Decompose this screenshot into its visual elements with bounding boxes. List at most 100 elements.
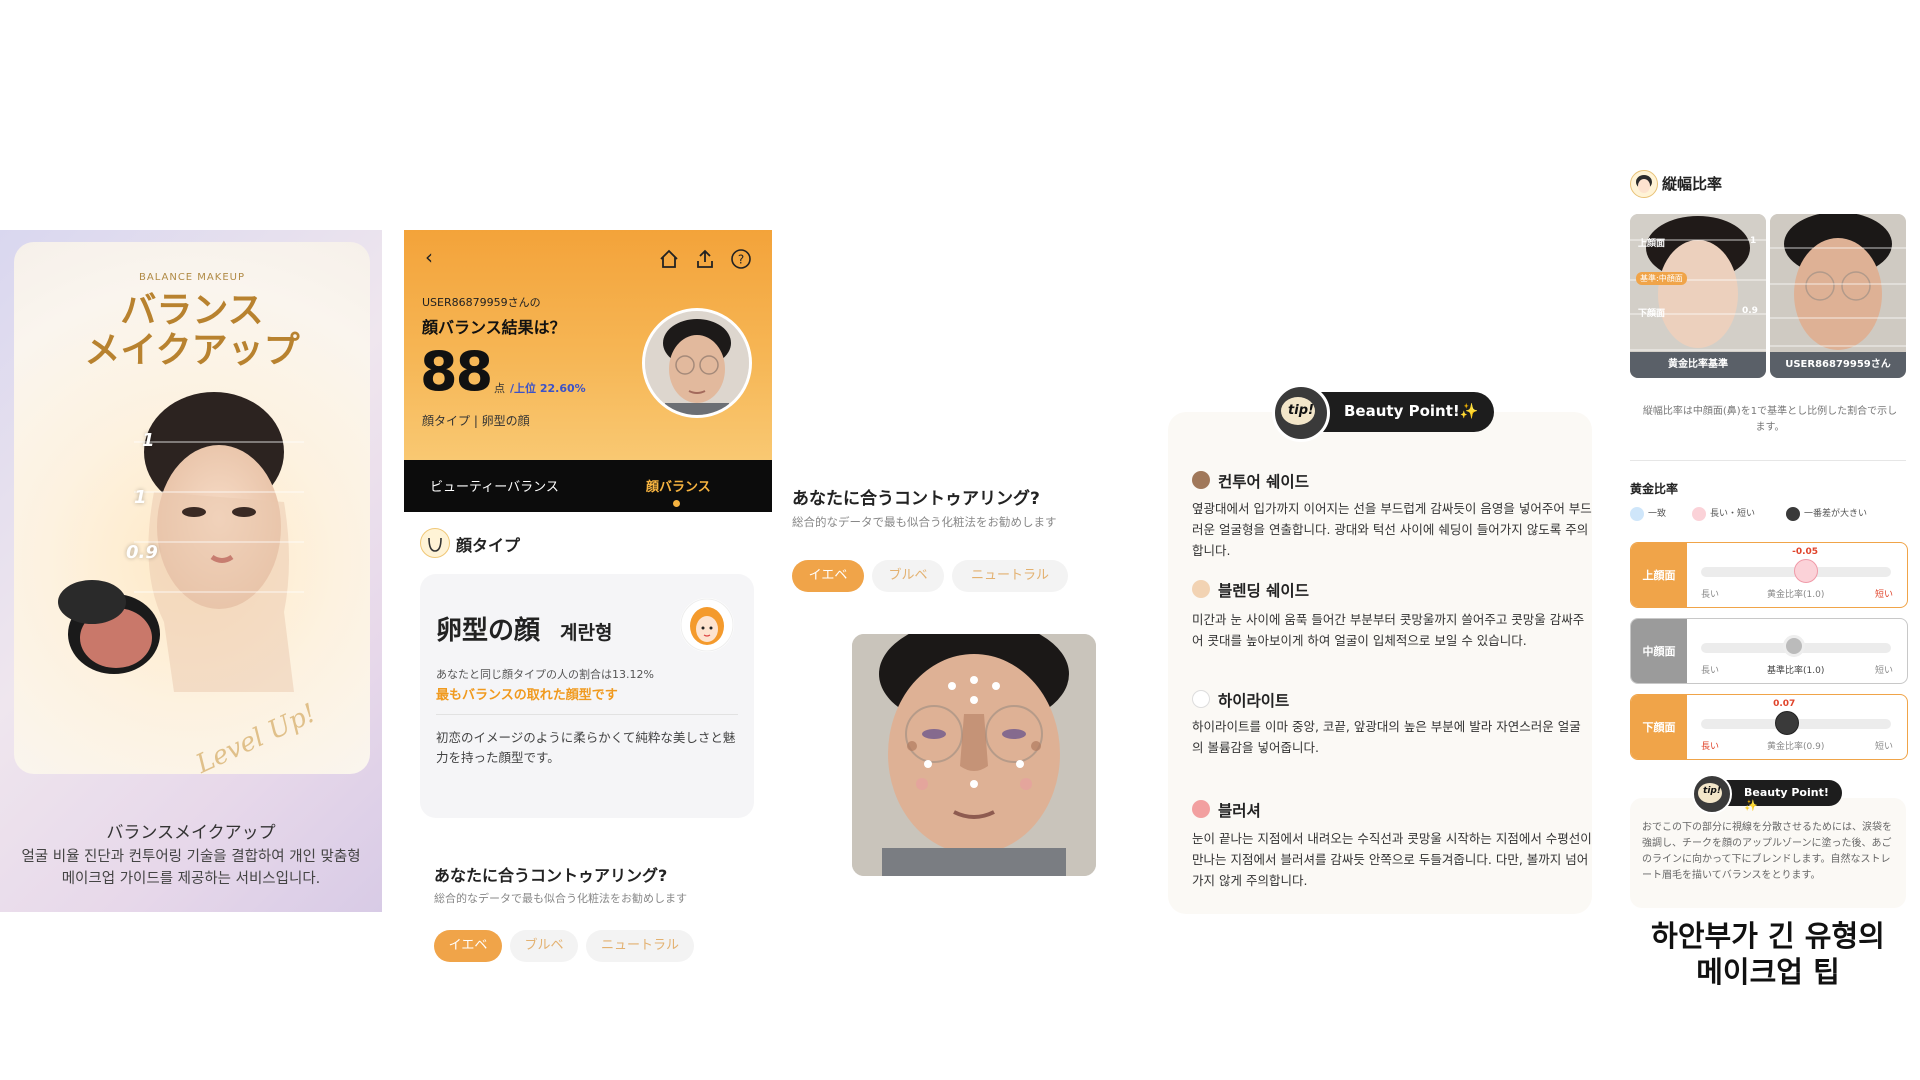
user-ratio-caption: USER86879959さん [1770, 352, 1906, 378]
promo-card: BALANCE MAKEUP バランス メイクアップ 1 1 0.9 Level… [14, 242, 370, 774]
share-icon[interactable] [694, 248, 716, 270]
promo-title: バランス メイクアップ [84, 289, 300, 371]
ratio-tip-text: おでこの下の部分に視線を分散させるためには、涙袋を強調し、チークを顔のアップルゾ… [1642, 822, 1892, 881]
result-header: ‹ ? USER86879959さんの 顔バランス結果は？ 88 点 /上位 2… [404, 230, 772, 460]
chip-neutral-2[interactable]: ニュートラル [952, 560, 1068, 592]
face-type-name-ko: 계란형 [560, 622, 613, 644]
legend-biggest-gap: 一番差が大きい [1786, 506, 1867, 521]
back-icon[interactable]: ‹ [418, 246, 440, 268]
face-outline-icon [420, 528, 450, 558]
result-screen: ‹ ? USER86879959さんの 顔バランス結果は？ 88 点 /上位 2… [404, 230, 772, 970]
golden-ratio-title: 黄金比率 [1630, 482, 1679, 496]
upper-face-label: 上顔面 [1638, 239, 1666, 249]
bp-body-highlight: 하이라이트를 이마 중앙, 코끝, 앞광대의 높은 부분에 발라 자연스러운 얼… [1192, 719, 1581, 755]
biggest-gap-face-icon [1786, 506, 1800, 521]
lower-face-value-label: 0.07 [1773, 699, 1796, 709]
golden-ratio-photo: 上顔面 1 基準:中顔面 下顔面 0.9 黄金比率基準 [1630, 214, 1766, 378]
face-type-highlight: 最もバランスの取れた顔型です [436, 688, 618, 703]
contour-subtitle-2: 総合的なデータで最も似合う化粧法をお勧めします [792, 515, 1057, 529]
ratio-label-top: 1 [142, 430, 155, 451]
tip-compact-icon: tip! [1272, 384, 1330, 442]
user-face-photo [642, 308, 752, 418]
score-unit: 点 [494, 382, 505, 395]
lower-face-meter: 下顔面 0.07 長い 黄金比率(0.9) 短い [1630, 694, 1908, 760]
chip-blue-base[interactable]: ブルベ [510, 930, 578, 962]
upper-face-meter: 上顔面 -0.05 長い 黄金比率(1.0) 短い [1630, 542, 1908, 608]
svg-text:?: ? [738, 253, 744, 267]
promo-panel: BALANCE MAKEUP バランス メイクアップ 1 1 0.9 Level… [0, 230, 382, 912]
chip-yellow-base[interactable]: イエベ [434, 930, 502, 962]
upper-face-right-label: 短い [1875, 590, 1894, 600]
level-up-watermark: Level Up! [191, 698, 321, 774]
legend-biggest-gap-label: 一番差が大きい [1804, 509, 1868, 519]
golden-ratio-caption: 黄金比率基準 [1630, 352, 1766, 378]
lower-face-label: 下顔面 [1638, 309, 1666, 319]
ratio-divider [1630, 460, 1906, 461]
face-type-avatar-icon [680, 598, 734, 652]
blush-compact-icon [58, 580, 160, 674]
ratio-tip-compact-icon: tip! [1692, 774, 1732, 814]
ratio-label-middle: 1 [134, 487, 147, 508]
ratio-face-icon [1630, 170, 1658, 198]
ratio-note: 縦幅比率は中顔面(鼻)を1で基準とし比例した割合で示します。 [1642, 406, 1898, 433]
contour-question: あなたに合うコントゥアリング? [434, 866, 668, 885]
promo-subtitle: バランスメイクアップ [106, 823, 276, 843]
legend-match-label: 一致 [1648, 509, 1667, 519]
bp-body-blending: 미간과 눈 사이에 움푹 들어간 부분부터 콧망울까지 쓸어주고 콧망울 감싸주… [1192, 612, 1585, 648]
ratio-beauty-point-text: Beauty Point!✨ [1744, 786, 1829, 812]
mid-face-right-label: 短い [1875, 666, 1894, 676]
beauty-point-badge-text: Beauty Point!✨ [1344, 402, 1479, 420]
ratio-tip-label: tip! [1703, 786, 1721, 796]
bp-body-contour: 옆광대에서 입가까지 이어지는 선을 부드럽게 감싸듯이 음영을 넣어주어 부드… [1192, 501, 1592, 558]
face-type-description: 初恋のイメージのように柔らかくて純粋な美しさと魅力を持った顔型です。 [436, 730, 736, 765]
contour-shade-color-dot [1192, 471, 1210, 489]
result-question: 顔バランス結果は？ [422, 318, 566, 337]
tip-label: tip! [1288, 403, 1314, 418]
tab-beauty-balance[interactable]: ビューティーバランス [430, 476, 559, 495]
score-rank: /上位 22.60% [510, 382, 586, 395]
mid-face-left-label: 長い [1701, 666, 1720, 676]
contour-subtitle: 総合的なデータで最も似合う化粧法をお勧めします [434, 892, 687, 905]
lower-face-meter-label: 下顔面 [1631, 695, 1687, 759]
ratio-label-bottom: 0.9 [126, 542, 158, 563]
bp-title-blending: 블렌딩 쉐이드 [1218, 582, 1309, 600]
upper-face-value-label: -0.05 [1792, 547, 1819, 557]
mid-face-knob[interactable] [1782, 635, 1805, 657]
upper-face-knob[interactable] [1794, 559, 1819, 583]
bp-title-contour: 컨투어 쉐이드 [1218, 473, 1309, 491]
promo-brand: BALANCE MAKEUP [139, 272, 245, 283]
lower-face-left-label: 長い [1701, 742, 1720, 752]
blusher-color-dot [1192, 800, 1210, 818]
lower-face-value: 0.9 [1742, 306, 1758, 316]
upper-face-value: 1 [1750, 236, 1757, 246]
face-type-line: 顔タイプ | 卵型の顔 [422, 414, 530, 428]
mid-face-baseline-label: 基準:中顔面 [1636, 272, 1687, 285]
balance-score: 88 [420, 340, 493, 403]
mid-face-meter-label: 中顔面 [1631, 619, 1687, 683]
bp-title-highlight: 하이라이트 [1218, 692, 1290, 710]
lower-face-knob[interactable] [1775, 711, 1800, 735]
legend-long-short: 長い・短い [1692, 506, 1755, 521]
blending-shade-color-dot [1192, 580, 1210, 598]
help-icon[interactable]: ? [730, 248, 752, 270]
promo-description: 얼굴 비율 진단과 컨투어링 기술을 결합하여 개인 맞춤형 메이크업 가이드를… [21, 849, 361, 887]
tab-face-balance[interactable]: 顔バランス [646, 476, 711, 495]
face-type-name-jp: 卵型の顔 [436, 616, 541, 646]
lower-face-right-label: 短い [1875, 742, 1894, 752]
ratio-tip-box: おでこの下の部分に視線を分散させるためには、涙袋を強調し、チークを顔のアップルゾ… [1630, 798, 1906, 908]
upper-face-left-label: 長い [1701, 590, 1720, 600]
bp-title-blusher: 블러셔 [1218, 802, 1261, 820]
face-type-card: 卵型の顔 계란형 あなたと同じ顔タイプの人の割合は13.12% 最もバランスの取… [420, 574, 754, 818]
home-icon[interactable] [658, 248, 680, 270]
upper-face-center-label: 黄金比率(1.0) [1767, 590, 1825, 600]
chip-neutral[interactable]: ニュートラル [586, 930, 694, 962]
mid-face-center-label: 基準比率(1.0) [1767, 666, 1825, 676]
user-name-line: USER86879959さんの [422, 296, 541, 309]
contour-question-2: あなたに合うコントゥアリング? [792, 489, 1040, 509]
lower-face-center-label: 黄金比率(0.9) [1767, 742, 1825, 752]
contour-face-photo [852, 634, 1096, 876]
chip-blue-base-2[interactable]: ブルベ [872, 560, 944, 592]
chip-yellow-base-2[interactable]: イエベ [792, 560, 864, 592]
match-face-icon [1630, 506, 1644, 521]
user-ratio-photo: USER86879959さん [1770, 214, 1906, 378]
